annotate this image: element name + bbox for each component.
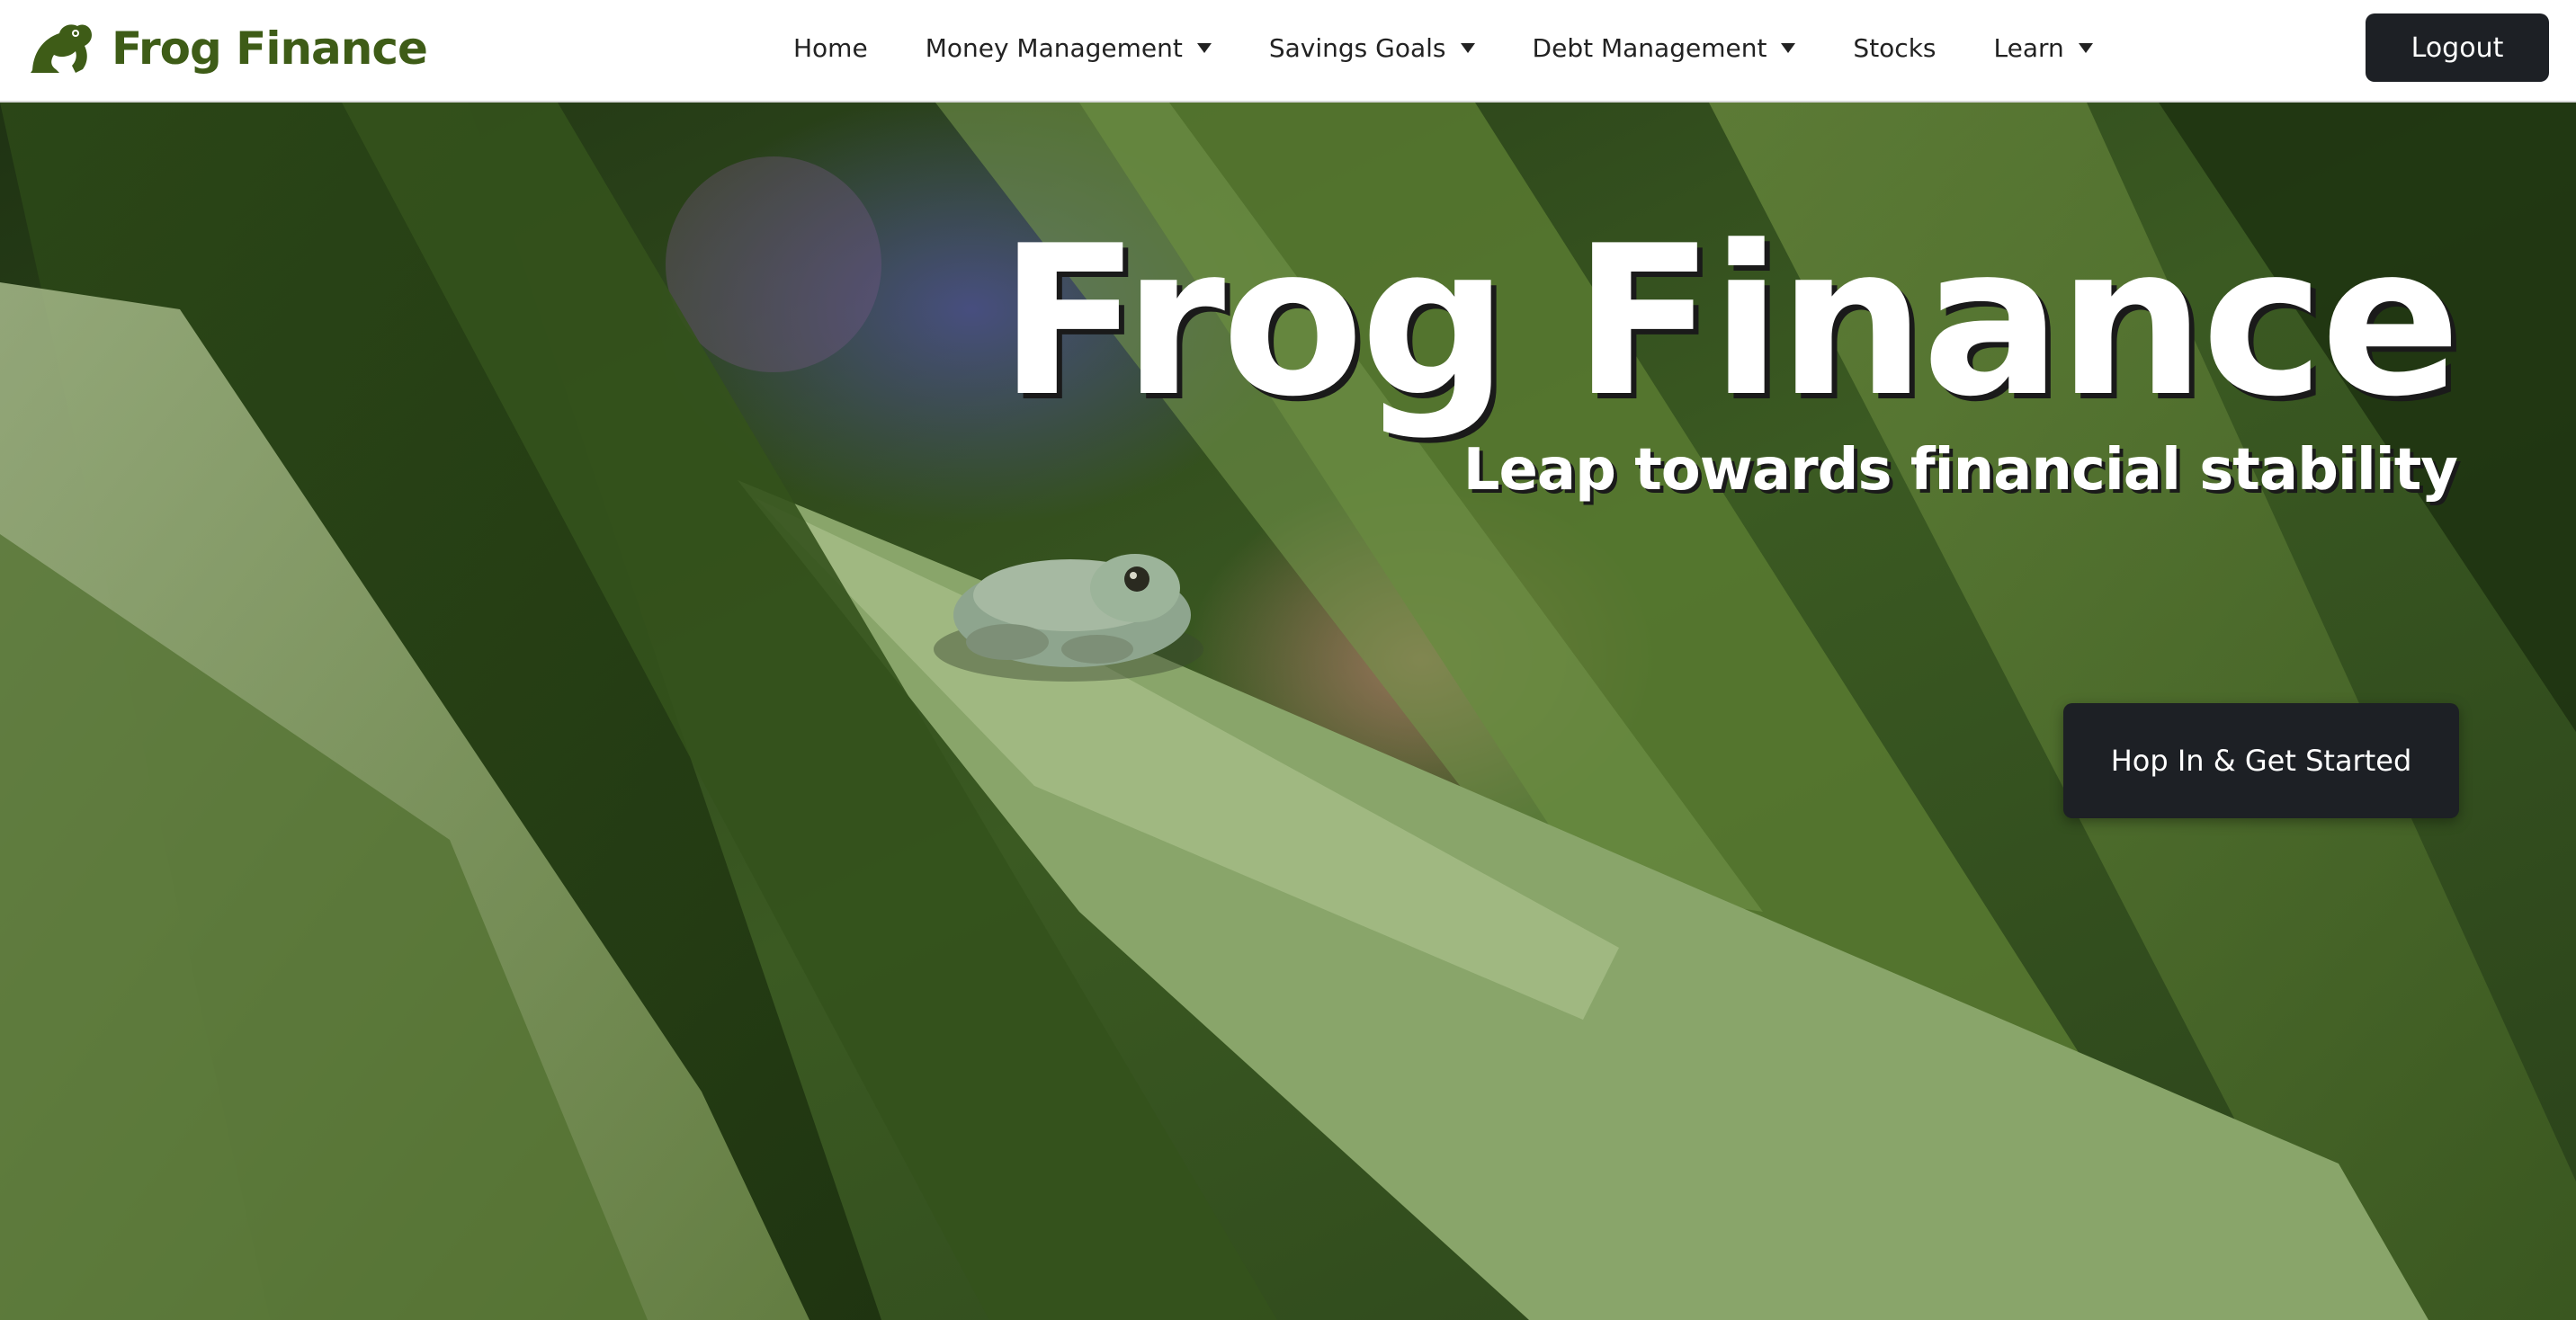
nav-item-label: Stocks — [1853, 32, 1936, 63]
nav-item-savings-goals[interactable]: Savings Goals — [1240, 33, 1504, 63]
nav-item-debt-management[interactable]: Debt Management — [1504, 33, 1825, 63]
logout-button[interactable]: Logout — [2366, 13, 2549, 82]
caret-down-icon — [1781, 42, 1796, 53]
caret-down-icon — [1460, 42, 1475, 53]
get-started-button[interactable]: Hop In & Get Started — [2063, 703, 2459, 818]
hero-title: Frog Finance — [998, 202, 2461, 442]
hero-section: Frog Finance Leap towards financial stab… — [0, 103, 2576, 1320]
frog-icon — [31, 24, 92, 74]
nav-item-learn[interactable]: Learn — [1965, 33, 2122, 63]
brand-home-link[interactable]: Frog Finance — [29, 18, 428, 79]
caret-down-icon — [2078, 42, 2093, 53]
hero-subtitle: Leap towards financial stability — [1462, 437, 2458, 504]
main-nav: Home Money Management Savings Goals Debt… — [765, 0, 2122, 95]
top-navbar: Frog Finance Home Money Management Savin… — [0, 0, 2576, 103]
caret-down-icon — [1196, 42, 1212, 53]
nav-item-money-management[interactable]: Money Management — [897, 33, 1240, 63]
nav-item-label: Debt Management — [1532, 32, 1767, 63]
nav-item-home[interactable]: Home — [765, 33, 897, 63]
nav-item-label: Savings Goals — [1268, 32, 1446, 63]
nav-item-label: Money Management — [925, 32, 1183, 63]
nav-item-stocks[interactable]: Stocks — [1824, 33, 1964, 63]
nav-item-label: Home — [793, 32, 868, 63]
brand-name: Frog Finance — [112, 22, 428, 75]
nav-item-label: Learn — [1993, 32, 2064, 63]
